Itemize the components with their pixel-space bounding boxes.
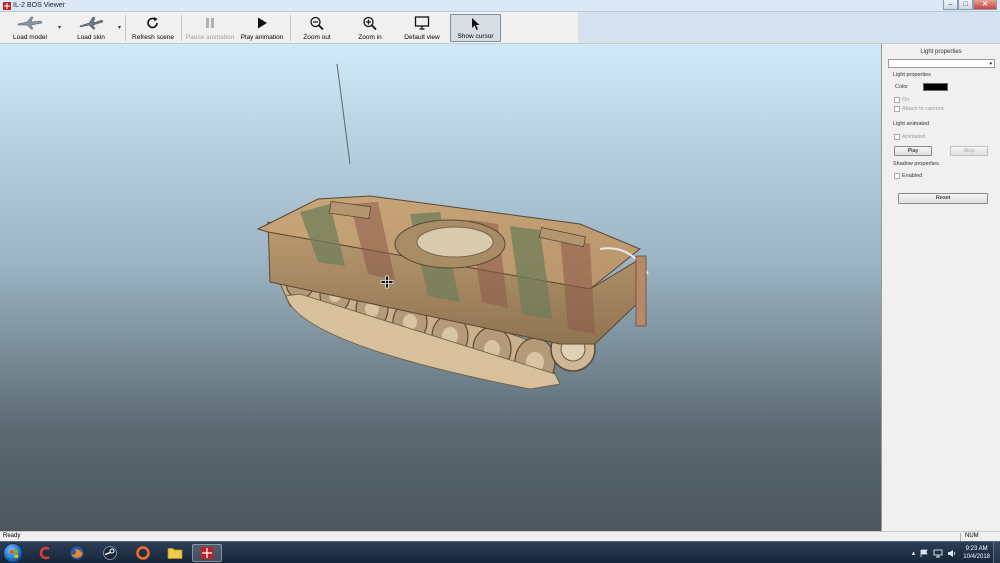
animated-checkbox[interactable] (894, 134, 900, 140)
taskbar-steam[interactable] (95, 544, 125, 562)
animated-label: Animated (902, 134, 926, 140)
shadow-properties-heading: Shadow properties (893, 161, 939, 167)
toolbar-separator (181, 15, 182, 41)
monitor-icon (414, 16, 430, 30)
ccleaner-icon (39, 546, 50, 560)
load-model-button[interactable]: Load model (4, 14, 56, 42)
taskbar: ▴ 9:23 AM 10/4/2018 (0, 541, 1000, 563)
shadow-enabled-row[interactable]: Enabled (894, 173, 922, 179)
light-animated-heading: Light animated (893, 121, 930, 127)
shadow-enabled-label: Enabled (902, 173, 923, 179)
play-animation-button[interactable]: Play animation (237, 14, 287, 42)
action-center-flag-icon[interactable] (920, 549, 929, 558)
pause-icon (206, 18, 214, 28)
taskbar-il2-bos-viewer[interactable] (192, 544, 222, 562)
origin-icon (136, 546, 150, 560)
show-cursor-label: Show cursor (457, 33, 494, 40)
pause-animation-button[interactable]: Pause animation (184, 14, 236, 42)
toolbar-separator (290, 15, 291, 41)
windows-logo-icon (10, 550, 18, 558)
animated-checkbox-row[interactable]: Animated (894, 134, 925, 140)
tank-model (256, 63, 649, 390)
default-view-label: Default view (404, 34, 440, 41)
window-controls: – □ ✕ (943, 0, 997, 10)
start-button[interactable] (3, 543, 23, 563)
refresh-scene-button[interactable]: Refresh scene (128, 14, 178, 42)
default-view-button[interactable]: Default view (398, 14, 446, 42)
toolbar: Load model ▾ Load skin ▾ Refresh scene P… (0, 12, 578, 44)
zoom-out-button[interactable]: Zoom out (294, 14, 340, 42)
show-desktop-button[interactable] (993, 542, 1000, 563)
panel-title: Light properties (920, 49, 962, 55)
shadow-enabled-checkbox[interactable] (894, 173, 900, 179)
color-label: Color (895, 84, 909, 90)
cursor-icon (471, 18, 479, 30)
airplane-icon (17, 16, 43, 30)
steam-icon (103, 546, 117, 560)
stop-button[interactable]: Stop (950, 146, 988, 156)
reset-button[interactable]: Reset (898, 193, 988, 204)
network-icon[interactable] (933, 549, 943, 558)
on-checkbox-row[interactable]: On (894, 97, 909, 103)
attach-to-camera-checkbox[interactable] (894, 106, 900, 112)
play-icon (258, 17, 267, 29)
show-cursor-button[interactable]: Show cursor (450, 14, 501, 42)
folder-icon (167, 548, 183, 559)
refresh-icon (147, 17, 158, 29)
pause-animation-label: Pause animation (185, 34, 235, 41)
refresh-scene-label: Refresh scene (132, 34, 174, 41)
zoom-out-label: Zoom out (303, 34, 331, 41)
system-tray: ▴ 9:23 AM 10/4/2018 (912, 544, 990, 562)
firefox-icon (70, 546, 84, 560)
airplane-skin-icon (79, 16, 104, 30)
load-skin-dropdown-icon[interactable]: ▾ (118, 24, 121, 31)
window-title: IL-2 BOS Viewer (13, 2, 66, 9)
title-bar: IL-2 BOS Viewer – □ ✕ (0, 0, 1000, 12)
load-skin-button[interactable]: Load skin (66, 14, 116, 42)
load-model-dropdown-icon[interactable]: ▾ (58, 24, 61, 31)
taskbar-firefox[interactable] (62, 544, 92, 562)
status-bar: Ready NUM (0, 531, 1000, 541)
maximize-button[interactable]: □ (958, 0, 973, 10)
chevron-down-icon: ▾ (989, 61, 992, 67)
on-checkbox[interactable] (894, 97, 900, 103)
zoom-in-label: Zoom in (358, 34, 382, 41)
zoom-out-icon (310, 16, 324, 31)
status-text: Ready (3, 533, 21, 539)
taskbar-origin[interactable] (128, 544, 158, 562)
app-icon (3, 2, 11, 10)
play-button[interactable]: Play (894, 146, 932, 156)
clock-date: 10/4/2018 (963, 554, 990, 560)
system-clock[interactable]: 9:23 AM 10/4/2018 (963, 545, 990, 561)
zoom-in-icon (363, 16, 377, 31)
light-properties-panel: Light properties (882, 44, 1000, 531)
light-properties-heading: Light properties (893, 72, 931, 78)
close-button[interactable]: ✕ (973, 0, 997, 10)
light-select-dropdown[interactable]: ▾ (888, 59, 995, 68)
taskbar-file-explorer[interactable] (160, 544, 190, 562)
il2-viewer-icon (201, 547, 213, 559)
volume-icon[interactable] (947, 549, 957, 558)
attach-to-camera-row[interactable]: Attach to camera (894, 106, 944, 112)
zoom-in-button[interactable]: Zoom in (347, 14, 393, 42)
minimize-button[interactable]: – (943, 0, 958, 10)
on-label: On (902, 97, 910, 103)
taskbar-ccleaner[interactable] (30, 544, 60, 562)
clock-time: 9:23 AM (965, 546, 988, 552)
show-hidden-icons-icon[interactable]: ▴ (912, 549, 916, 557)
toolbar-separator (125, 15, 126, 41)
color-swatch[interactable] (923, 83, 948, 91)
attach-to-camera-label: Attach to camera (902, 106, 944, 112)
3d-viewport[interactable] (0, 44, 882, 531)
load-model-label: Load model (13, 34, 47, 41)
load-skin-label: Load skin (77, 34, 105, 41)
num-lock-indicator: NUM (960, 533, 998, 541)
play-animation-label: Play animation (240, 34, 284, 41)
toolbar-empty-area (578, 12, 1000, 44)
